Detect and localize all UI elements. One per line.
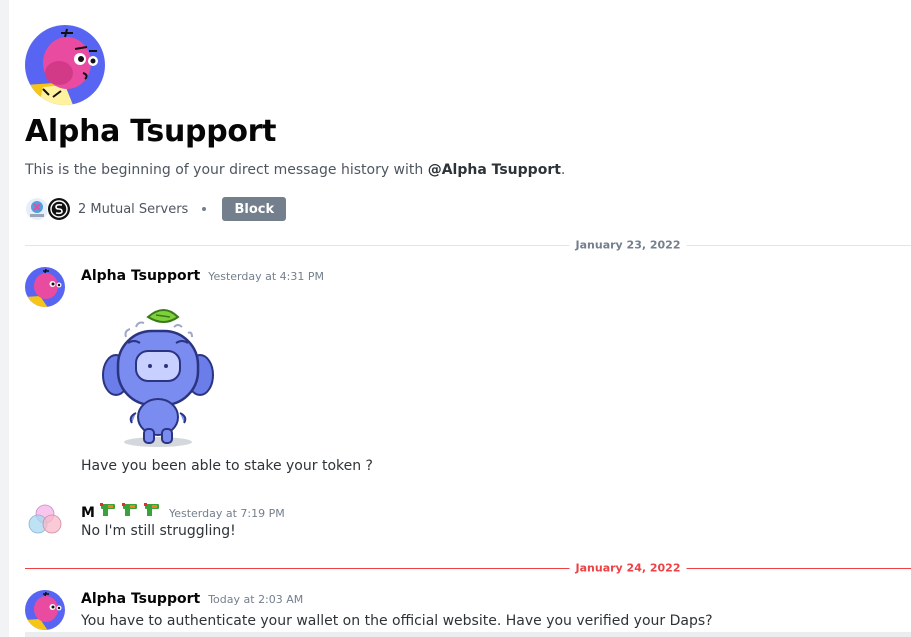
dm-intro-text: This is the beginning of your direct mes… [25, 162, 565, 178]
message-author[interactable]: Alpha Tsupport [81, 591, 200, 607]
intro-suffix: . [560, 162, 566, 178]
message-timestamp: Yesterday at 4:31 PM [208, 270, 324, 283]
message-content: You have to authenticate your wallet on … [81, 613, 713, 629]
intro-prefix: This is the beginning of your direct mes… [25, 162, 428, 178]
message-avatar[interactable] [25, 267, 65, 307]
page-title: Alpha Tsupport [25, 114, 277, 149]
wumpus-sticker[interactable] [96, 305, 220, 451]
date-divider-label: January 24, 2022 [569, 561, 687, 575]
profile-avatar[interactable] [25, 25, 105, 105]
block-button[interactable]: Block [222, 197, 287, 221]
dot-separator [202, 207, 207, 211]
message-avatar[interactable] [25, 500, 65, 540]
message-timestamp: Yesterday at 7:19 PM [168, 507, 285, 520]
date-divider-label: January 23, 2022 [569, 238, 687, 252]
message-timestamp: Today at 2:03 AM [208, 593, 304, 606]
user-mention[interactable]: @Alpha Tsupport [428, 162, 561, 178]
gun-emoji-icon [143, 501, 161, 517]
message-content: No I'm still struggling! [81, 523, 236, 539]
gun-emoji-icon [99, 501, 117, 517]
new-messages-divider: January 24, 2022 [25, 561, 911, 575]
message-content: Have you been able to stake your token ? [81, 458, 373, 474]
mutual-servers-row: 2 Mutual Servers Block [25, 197, 287, 221]
message-header: Alpha Tsupport Yesterday at 4:31 PM [81, 268, 324, 284]
message-author[interactable]: Alpha Tsupport [81, 268, 200, 284]
sidebar-edge [0, 0, 9, 637]
gun-emoji-icon [121, 501, 139, 517]
date-divider: January 23, 2022 [25, 238, 911, 252]
mutual-servers-link[interactable]: 2 Mutual Servers [78, 202, 188, 217]
server-icon-2[interactable] [47, 197, 71, 221]
message-header: Alpha Tsupport Today at 2:03 AM [81, 591, 303, 607]
message-author[interactable]: M [81, 505, 95, 521]
message-avatar[interactable] [25, 590, 65, 630]
server-icon-1[interactable] [25, 197, 49, 221]
message-input-edge [25, 632, 911, 637]
message-header: M Yesterday at 7:19 PM [81, 501, 285, 521]
